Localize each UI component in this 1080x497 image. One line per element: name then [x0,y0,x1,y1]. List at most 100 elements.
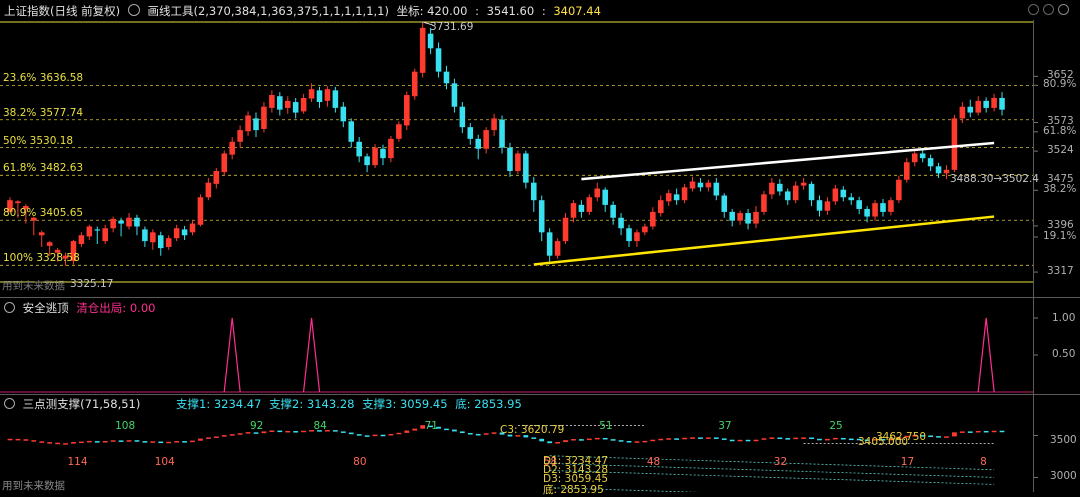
candle-down [864,208,870,217]
right-axis-tick: 38.2% [1043,183,1077,196]
candle-down [983,100,989,108]
candle-down [538,200,545,233]
mini-candle [999,430,1005,433]
support2: 支撑2: 3143.28 [269,397,355,411]
candle-up [213,170,220,184]
mini-candle [348,432,354,435]
candle-up [832,188,839,202]
candle-up [904,162,910,180]
mini-candle [944,436,949,438]
mini-candle [634,441,640,443]
mini-candle [936,436,941,438]
candle-down [729,211,735,221]
candle-down [777,183,783,192]
mini-candle [832,437,838,440]
candle-down [451,83,458,107]
candle-up [404,95,410,126]
mini-candle [666,438,672,440]
mini-candle [142,441,148,443]
mini-candle [150,441,156,443]
candle-down [935,166,942,174]
mini-candle [594,437,600,440]
candle-up [570,203,577,218]
mini-candle [79,441,84,444]
mini-candle [158,441,164,444]
candle-down [523,153,529,183]
candle-up [78,235,85,245]
candle-down [364,156,370,166]
candle-down [157,235,164,249]
candle-down [610,204,616,218]
channel-label: 3488.30→3502.4 [950,173,1039,185]
mini-candle [785,438,791,440]
candle-up [221,153,228,173]
mini-candle [253,432,259,434]
mini-candle [301,430,306,433]
candle-down [999,97,1005,110]
candle-up [388,138,394,159]
mini-candle [190,440,195,443]
candle-down [253,118,259,131]
mini-candle [928,435,933,437]
candle-up [300,97,307,112]
candle-up [189,223,196,233]
low-prefix: 用到未来数据 [2,280,65,292]
candle-up [769,182,775,195]
candle-down [745,213,751,224]
candle-up [102,228,108,242]
right-axis-tick: 19.1% [1043,230,1077,242]
candle-up [15,201,21,204]
mini-candle [459,431,465,434]
candle-down [713,182,720,196]
candle-down [348,121,355,142]
candle-down [467,127,474,139]
candle-up [245,115,251,132]
candle-down [784,191,791,201]
mini-candle [198,438,203,441]
mini-candle [967,431,973,433]
main-pane[interactable] [0,21,1038,283]
candle-down [435,48,442,72]
high-label: 3731.69 [430,21,474,33]
mini-candle [31,440,37,442]
candle-down [673,194,680,201]
candle-down [546,232,553,256]
pane3-axis-3500: 3500 [1050,434,1077,446]
mini-candle [571,439,576,441]
candle-up [229,141,235,155]
candle-down [94,229,101,231]
candle-down [292,102,299,113]
mini-candle [237,433,243,435]
pivot-count-low: 114 [67,456,88,468]
candle-up [665,193,672,202]
escape-signal-spike [302,317,321,393]
mini-candle [682,437,687,440]
pane-separator-1[interactable] [0,297,1080,298]
mini-candle [745,439,751,442]
candle-up [411,71,418,97]
mini-candle [102,441,108,443]
candle-up [396,124,402,139]
mini-candle [126,440,132,442]
pane2-axis-05: 0.50 [1052,348,1076,360]
candle-down [618,217,624,229]
candle-up [737,213,743,221]
candle-up [562,217,569,242]
candle-up [975,100,981,113]
channel-lower-line [533,215,995,266]
pane2-settings-icon[interactable] [4,302,15,313]
escape-top-pane[interactable] [0,317,1038,393]
mini-candle [63,443,68,445]
mini-candle [94,441,100,443]
candle-up [284,100,291,108]
candle-down [134,217,140,227]
mini-candle [229,434,235,436]
mini-candle [332,430,338,432]
fib-level-label: 50% 3530.18 [3,134,74,147]
candle-up [515,153,521,171]
candle-down [919,153,926,159]
candle-up [269,95,275,108]
mini-candle [269,430,275,432]
pane3-settings-icon[interactable] [4,398,15,409]
candle-down [316,90,323,103]
